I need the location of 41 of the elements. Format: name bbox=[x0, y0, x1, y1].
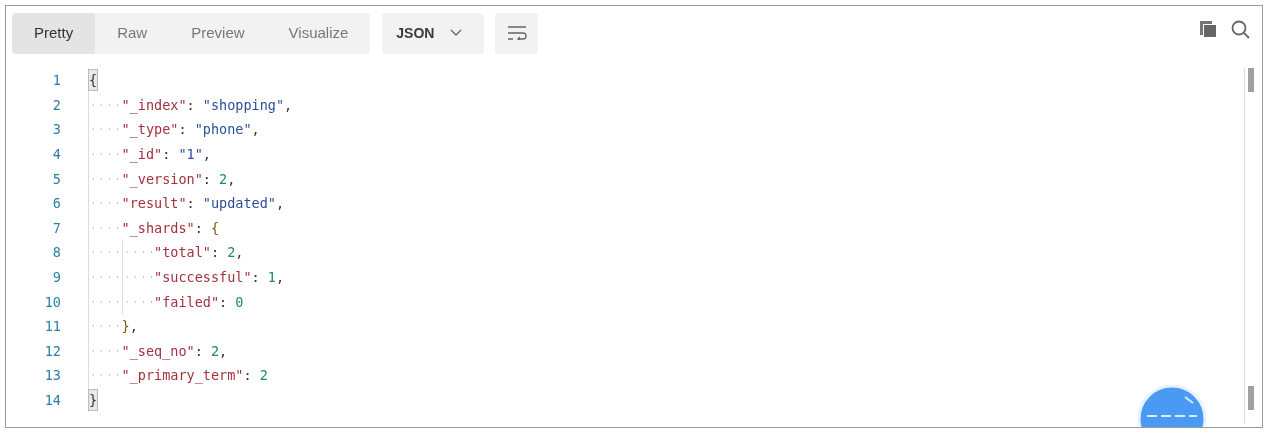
line-number: 3 bbox=[51, 120, 61, 140]
line-number: 12 bbox=[43, 341, 61, 361]
code-line: "failed": 0 bbox=[88, 289, 244, 314]
line-number: 9 bbox=[51, 267, 61, 287]
code-line: "total": 2, bbox=[88, 240, 244, 265]
line-number: 13 bbox=[43, 366, 61, 386]
code-line: "result": "updated", bbox=[88, 190, 285, 216]
code-line: } bbox=[88, 387, 98, 413]
code-line: { bbox=[88, 68, 98, 93]
line-number: 5 bbox=[51, 169, 61, 189]
wrap-lines-icon bbox=[506, 26, 527, 40]
code-line: "_type": "phone", bbox=[88, 117, 260, 142]
code-line: }, bbox=[88, 313, 138, 339]
copy-icon[interactable] bbox=[1199, 20, 1217, 38]
line-number: 7 bbox=[51, 218, 61, 238]
assistant-bubble-icon[interactable] bbox=[1137, 383, 1207, 427]
line-number: 10 bbox=[43, 292, 61, 312]
search-icon[interactable] bbox=[1231, 19, 1250, 39]
view-tab[interactable]: Visualize bbox=[266, 12, 371, 54]
line-number: 2 bbox=[51, 95, 61, 115]
code-line: "_version": 2, bbox=[88, 166, 236, 191]
view-tab[interactable]: Raw bbox=[95, 12, 170, 54]
line-number: 1 bbox=[51, 71, 61, 91]
format-dropdown[interactable]: JSON bbox=[382, 12, 485, 54]
line-number: 4 bbox=[51, 144, 61, 164]
code-line: "successful": 1, bbox=[88, 264, 285, 290]
line-number: 11 bbox=[43, 317, 61, 337]
wrap-lines-button[interactable] bbox=[495, 12, 539, 54]
line-number: 6 bbox=[51, 194, 61, 214]
chevron-down-icon bbox=[450, 29, 463, 37]
code-line: "_id": "1", bbox=[88, 141, 211, 167]
code-line: "_shards": { bbox=[88, 215, 220, 241]
view-tab[interactable]: Preview bbox=[169, 12, 267, 54]
scrollbar-thumb[interactable] bbox=[1248, 386, 1254, 410]
code-line: "_seq_no": 2, bbox=[88, 338, 228, 364]
code-line: "_primary_term": 2 bbox=[88, 363, 268, 388]
line-number: 8 bbox=[51, 243, 61, 263]
code-line: "_index": "shopping", bbox=[88, 92, 293, 118]
view-tab[interactable]: Pretty bbox=[12, 12, 96, 54]
scrollbar-thumb[interactable] bbox=[1248, 68, 1254, 92]
line-number: 14 bbox=[43, 390, 61, 410]
